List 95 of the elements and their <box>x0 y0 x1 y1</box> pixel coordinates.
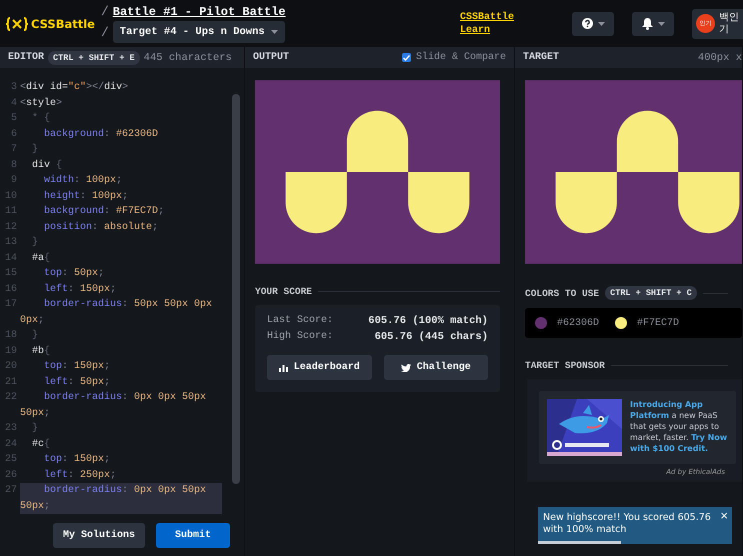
code-line: #c{ <box>31 438 52 452</box>
color-hex[interactable]: #62306D <box>557 318 600 328</box>
code-line: } <box>31 328 40 343</box>
score-label: Last Score: <box>267 315 334 327</box>
code-line: top: 150px; <box>43 453 112 467</box>
line-number: 21 <box>4 376 18 390</box>
code-line: position: absolute; <box>43 220 160 234</box>
score-value: 605.76 (445 chars) <box>374 331 488 343</box>
code-line: #b{ <box>31 344 52 358</box>
help-icon <box>582 18 592 29</box>
section-title: COLORS TO USE <box>525 288 600 298</box>
color-hex[interactable]: #F7EC7D <box>637 318 680 328</box>
code-line: border-radius: 0px 0px 50px 50px; <box>20 390 208 420</box>
line-number: 5 <box>10 112 18 126</box>
code-line: top: 150px; <box>43 360 112 374</box>
line-number: 24 <box>4 438 18 452</box>
section-title: YOUR SCORE <box>255 286 312 297</box>
my-solutions-button[interactable]: My Solutions <box>52 523 145 548</box>
ad-card[interactable]: Introducing App Platform a new PaaS that gets your apps to market, faster. Try Now with $100 Credit. <box>539 391 736 464</box>
line-number: 16 <box>4 282 18 296</box>
line-number: 15 <box>4 267 18 281</box>
logo-text[interactable]: CSSBattle <box>31 16 95 30</box>
code-line: <div id="c"></div> <box>20 80 130 95</box>
close-button[interactable]: × <box>720 509 728 523</box>
line-number: 3 <box>10 81 18 95</box>
checkbox[interactable] <box>402 53 411 62</box>
line-number: 18 <box>4 329 18 343</box>
nav-link[interactable]: CSSBattle <box>460 10 514 24</box>
line-number: 14 <box>4 252 18 266</box>
challenge-button[interactable]: Challenge <box>384 355 488 380</box>
help-button[interactable] <box>572 12 614 36</box>
section-title: TARGET SPONSOR <box>525 360 605 371</box>
line-number: 6 <box>10 128 18 142</box>
line-number: 11 <box>4 205 18 219</box>
code-line: div { <box>31 158 64 172</box>
code-line: background: #F7EC7D; <box>43 204 166 219</box>
shortcut-badge: CTRL + SHIFT + E <box>48 50 140 64</box>
line-number: 7 <box>10 143 18 157</box>
line-number: 8 <box>10 158 18 172</box>
logo-icon <box>6 16 28 30</box>
code-line: left: 50px; <box>43 376 112 390</box>
line-number: 4 <box>10 96 18 110</box>
target-size: 400px x <box>698 52 742 64</box>
panel-title: TARGET <box>523 52 560 63</box>
code-line: top: 50px; <box>43 267 106 281</box>
line-number: 23 <box>4 422 18 436</box>
line-number: 27 <box>4 484 18 498</box>
line-number: 12 <box>4 220 18 234</box>
code-line: left: 250px; <box>43 468 118 482</box>
code-line: } <box>31 142 40 157</box>
ad-text: Introducing App Platform a new PaaS that gets your apps to market, faster. Try Now with $100 Credit. <box>630 399 728 455</box>
line-number: 26 <box>4 468 18 482</box>
color-swatch[interactable] <box>615 317 628 329</box>
nav-link[interactable]: Learn <box>460 24 514 36</box>
leaderboard-button[interactable]: Leaderboard <box>267 355 372 380</box>
caret-icon <box>598 22 604 26</box>
toast-message: New highscore!! You scored 605.76 with 100% match <box>543 512 712 536</box>
line-number: 25 <box>4 453 18 467</box>
notifications-button[interactable] <box>632 12 674 36</box>
scrollbar[interactable] <box>232 94 240 484</box>
character-count: 445 characters <box>144 52 232 64</box>
panel-title: EDITOR <box>8 52 44 63</box>
code-line: * { <box>31 112 52 126</box>
line-number: 9 <box>10 174 18 188</box>
caret-icon <box>270 30 278 34</box>
bell-icon <box>642 18 652 30</box>
line-number: 13 <box>4 236 18 250</box>
score-value: 605.76 (100% match) <box>368 315 488 327</box>
separator: / <box>100 24 109 40</box>
bird-icon <box>400 364 411 372</box>
battle-link[interactable]: Battle #1 - Pilot Battle <box>112 4 286 18</box>
code-line: border-radius: 50px 50px 0px 0px; <box>20 298 214 328</box>
panel-title: OUTPUT <box>253 52 290 63</box>
code-line: height: 100px; <box>43 190 130 204</box>
code-line: width: 100px; <box>43 174 124 188</box>
line-number: 20 <box>4 360 18 374</box>
line-number: 22 <box>4 391 18 405</box>
code-line: #a{ <box>31 252 52 266</box>
line-number: 10 <box>4 190 18 204</box>
line-number: 17 <box>4 298 18 312</box>
code-line: <style> <box>20 96 64 110</box>
checkbox-label[interactable]: Slide & Compare <box>416 52 506 63</box>
bar-chart-icon <box>278 364 288 372</box>
color-swatch[interactable] <box>535 317 547 329</box>
separator: / <box>100 4 109 19</box>
code-line: background: #62306D <box>43 128 160 142</box>
submit-button[interactable]: Submit <box>156 523 230 548</box>
score-label: High Score: <box>267 331 334 343</box>
target-select[interactable]: Target #4 - Ups n Downs <box>112 21 285 43</box>
caret-icon <box>658 22 664 26</box>
line-number: 19 <box>4 344 18 358</box>
code-line: left: 150px; <box>43 282 118 296</box>
code-line: } <box>31 422 40 436</box>
code-line: } <box>31 236 40 250</box>
shortcut-badge: CTRL + SHIFT + C <box>605 286 697 300</box>
